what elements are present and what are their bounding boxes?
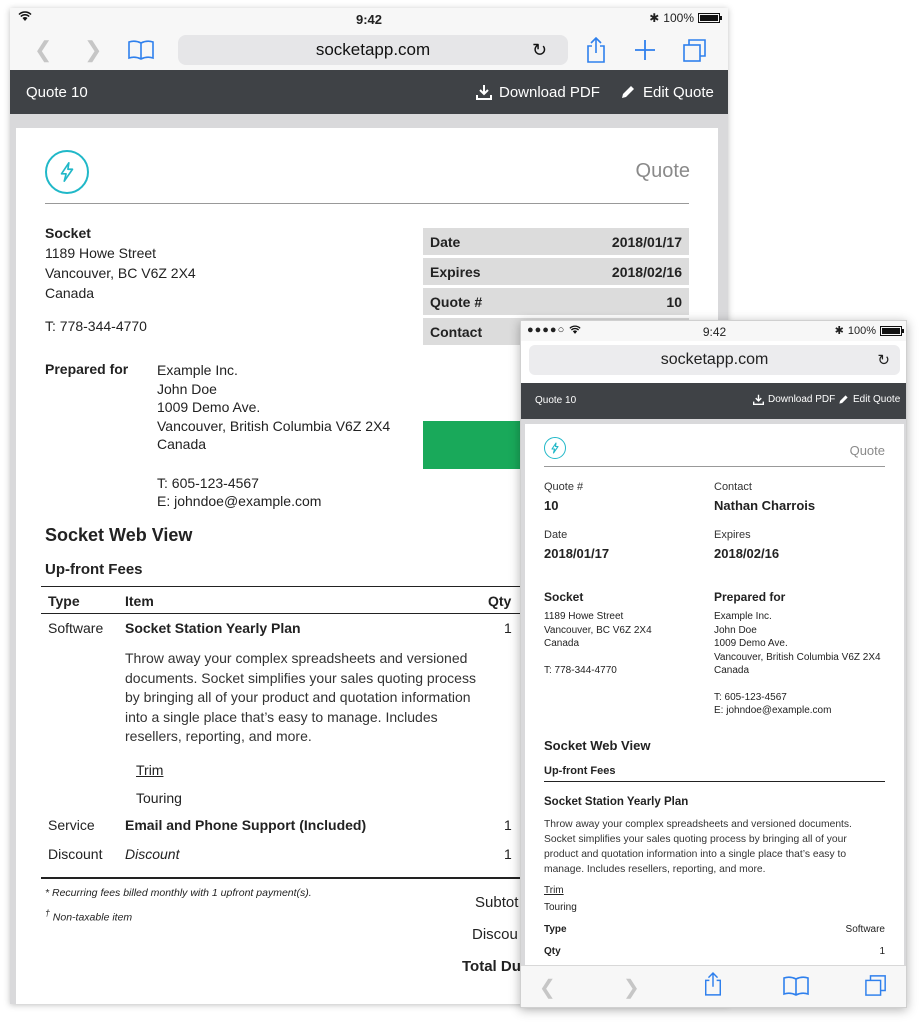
option-trim: Trim	[136, 762, 164, 778]
item-title: Socket Station Yearly Plan	[544, 796, 689, 808]
share-icon[interactable]	[585, 36, 607, 64]
total-due-label: Total Du	[462, 958, 521, 975]
reload-icon[interactable]: ↻	[532, 40, 547, 61]
forward-icon[interactable]: ❯	[84, 36, 102, 64]
company-name: Socket	[544, 590, 584, 604]
subsection-title: Up-front Fees	[544, 765, 616, 777]
socket-logo-icon	[544, 437, 566, 459]
bookmarks-icon[interactable]	[783, 976, 809, 1002]
contact-name: Nathan Charrois	[714, 498, 816, 513]
company-address: 1189 Howe Street Vancouver, BC V6Z 2X4 C…	[544, 611, 652, 676]
tabs-icon[interactable]	[683, 36, 707, 64]
item-description: Throw away your complex spreadsheets and…	[125, 650, 476, 744]
status-time: 9:42	[355, 12, 383, 27]
info-row-date: Date 2018/01/17	[423, 228, 689, 255]
section-title: Socket Web View	[45, 525, 193, 545]
battery-icon	[880, 325, 904, 336]
bookmarks-icon[interactable]	[128, 36, 154, 64]
footnotes: * Recurring fees billed monthly with 1 u…	[45, 887, 312, 924]
info-row-expires: Expires 2018/02/16	[423, 258, 689, 285]
app-header-bar: Quote 10 Download PDF Edit Quote	[10, 70, 728, 114]
prepared-for-label: Prepared for	[714, 590, 786, 604]
type-row: Type Software	[544, 924, 885, 935]
prepared-for-address: Example Inc. John Doe 1009 Demo Ave. Van…	[157, 362, 391, 509]
reload-icon[interactable]: ↻	[877, 351, 890, 369]
option-touring: Touring	[544, 902, 577, 913]
prepared-for-address: Example Inc. John Doe 1009 Demo Ave. Van…	[714, 611, 881, 716]
phone-bottom-toolbar: ❮ ❯	[521, 965, 906, 1007]
info-row-quote-number: Quote #10	[423, 288, 689, 315]
forward-icon[interactable]: ❯	[623, 975, 640, 1000]
divider	[45, 203, 689, 204]
phone-status-bar: ●●●●○ 9:42 ✱ 100%	[521, 321, 906, 341]
phone-browser: ●●●●○ 9:42 ✱ 100% socketapp.com ↻ Quote …	[520, 320, 907, 1008]
pencil-icon	[622, 86, 634, 98]
back-icon[interactable]: ❮	[34, 36, 52, 64]
bluetooth-icon: ✱	[649, 11, 660, 25]
document-heading: Quote	[635, 160, 690, 182]
subtotal-label: Subtot	[475, 894, 519, 911]
edit-quote-button[interactable]: Edit Quote	[620, 84, 714, 101]
item-description: Throw away your complex spreadsheets and…	[544, 819, 852, 875]
bluetooth-icon: ✱	[834, 325, 844, 337]
quote-title: Quote 10	[535, 395, 577, 406]
pencil-icon	[839, 395, 848, 404]
edit-quote-button[interactable]: Edit Quote	[838, 394, 900, 405]
share-icon[interactable]	[703, 972, 723, 1002]
battery-percent: 100%	[847, 324, 876, 337]
quote-expires: 2018/02/16	[714, 546, 780, 561]
socket-logo-icon	[45, 150, 89, 194]
tablet-status-bar: 9:42 ✱ 100%	[10, 8, 728, 30]
battery-icon	[698, 13, 722, 23]
qty-row: Qty 1	[544, 946, 885, 957]
tabs-icon[interactable]	[865, 974, 887, 1002]
address-bar[interactable]: socketapp.com	[529, 345, 900, 375]
quote-date: 2018/01/17	[544, 546, 610, 561]
quote-title: Quote 10	[26, 83, 88, 101]
browser-toolbar: ❮ ❯ socketapp.com ↻	[10, 30, 728, 70]
battery-percent: 100%	[663, 11, 694, 25]
back-icon[interactable]: ❮	[539, 975, 556, 1000]
download-icon	[753, 394, 764, 405]
discount-label: Discou	[472, 926, 518, 943]
prepared-for-label: Prepared for	[45, 361, 129, 377]
download-icon	[476, 85, 492, 100]
download-pdf-button[interactable]: Download PDF	[476, 84, 600, 101]
subsection-title: Up-front Fees	[45, 561, 143, 578]
app-header-bar: Quote 10 Download PDF Edit Quote	[521, 383, 906, 419]
option-touring: Touring	[136, 790, 182, 806]
company-address: Socket 1189 Howe Street Vancouver, BC V6…	[45, 225, 196, 334]
option-trim: Trim	[544, 885, 564, 896]
quote-number: 10	[544, 498, 559, 513]
document-heading: Quote	[849, 443, 885, 458]
new-tab-icon[interactable]	[634, 36, 656, 64]
quote-document: Quote Quote # 10 Contact Nathan Charrois…	[525, 424, 904, 969]
download-pdf-button[interactable]: Download PDF	[753, 394, 835, 405]
section-title: Socket Web View	[544, 738, 651, 753]
address-bar[interactable]: socketapp.com	[178, 35, 568, 65]
divider	[544, 466, 885, 467]
